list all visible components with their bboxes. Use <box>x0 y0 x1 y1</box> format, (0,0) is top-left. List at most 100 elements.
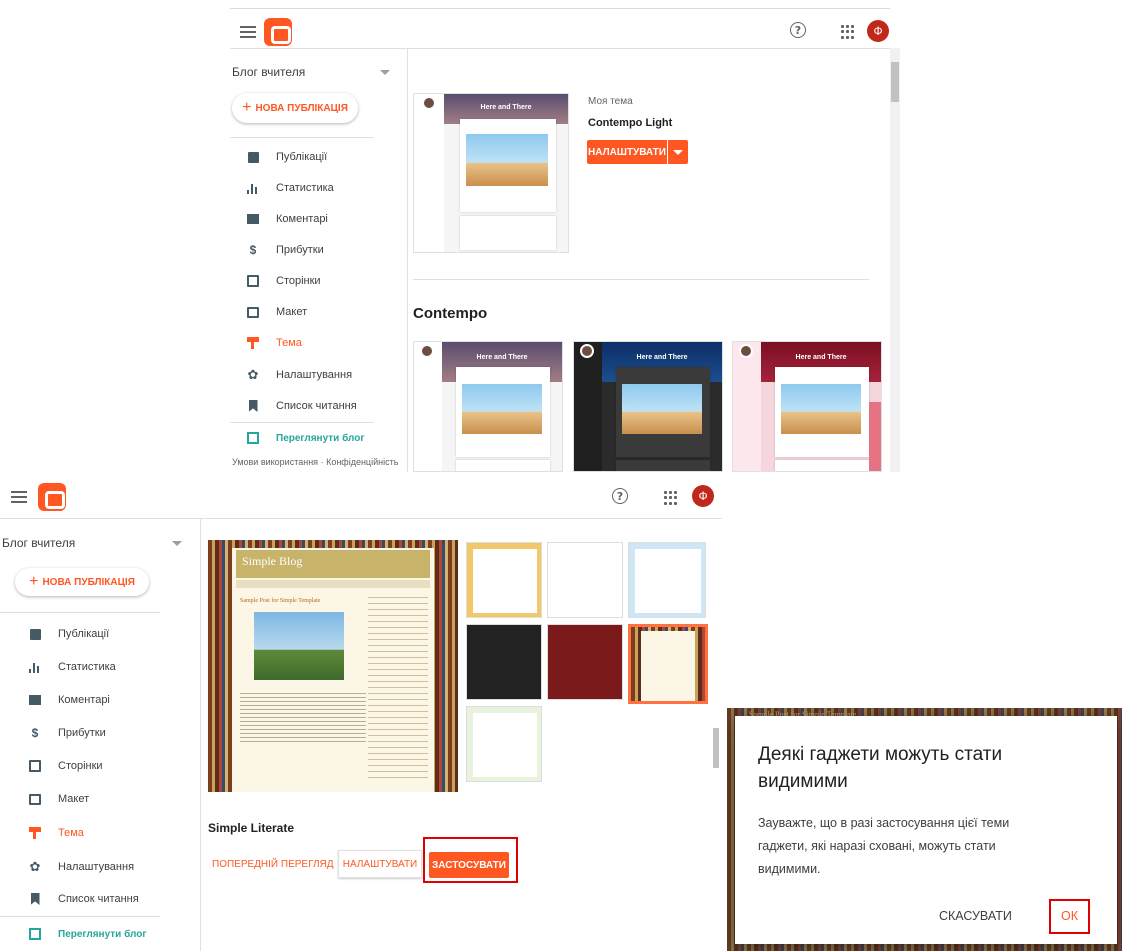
theme-thumbnail-simple-red[interactable] <box>547 624 623 700</box>
sidebar-item-posts[interactable]: Публікації <box>246 147 327 167</box>
sidebar-item-settings[interactable]: ✿ Налаштування <box>28 857 134 877</box>
view-blog-link[interactable]: Переглянути блог <box>246 428 365 448</box>
dialog-title: Деякі гаджети можуть стати видимими <box>758 744 1003 792</box>
new-post-button[interactable]: + НОВА ПУБЛІКАЦІЯ <box>232 93 358 123</box>
menu-icon[interactable] <box>240 26 256 38</box>
customize-button[interactable]: НАЛАШТУВАТИ <box>338 850 422 878</box>
sidebar-item-label: Сторінки <box>276 275 321 287</box>
chevron-down-icon <box>673 149 683 155</box>
thumb-blog-title: Here and There <box>480 104 532 111</box>
sidebar-item-label: Список читання <box>58 893 139 905</box>
sidebar-item-layout[interactable]: Макет <box>28 789 89 809</box>
theme-thumbnail-contempo-pink[interactable]: Here and There <box>732 341 882 472</box>
theme-thumbnail-simple-literate[interactable] <box>628 624 708 704</box>
theme-thumbnail-simple-green[interactable] <box>466 706 542 782</box>
sidebar-item-pages[interactable]: Сторінки <box>28 756 103 776</box>
blog-selector[interactable]: Блог вчителя <box>232 65 305 79</box>
stats-icon <box>28 660 42 674</box>
account-avatar[interactable]: Ф <box>867 20 889 42</box>
scrollbar-thumb[interactable] <box>713 728 719 768</box>
theme-name: Simple Literate <box>208 821 295 835</box>
theme-thumbnail-simple-gold[interactable] <box>466 542 542 618</box>
sidebar-item-label: Прибутки <box>276 244 324 256</box>
theme-thumbnail-simple-black[interactable] <box>466 624 542 700</box>
view-blog-link[interactable]: Переглянути блог <box>28 924 147 944</box>
view-blog-label: Переглянути блог <box>276 432 365 444</box>
sidebar-item-earnings[interactable]: $ Прибутки <box>28 723 106 743</box>
footer-separator: · <box>320 457 324 467</box>
sidebar-item-label: Макет <box>276 306 308 318</box>
help-icon[interactable]: ? <box>790 22 806 38</box>
my-theme-label: Моя тема <box>588 96 633 107</box>
sidebar-item-label: Налаштування <box>276 369 353 381</box>
customize-button[interactable]: НАЛАШТУВАТИ <box>587 140 667 164</box>
blogger-logo <box>264 18 292 46</box>
apps-grid-icon[interactable] <box>841 25 855 39</box>
sidebar-item-theme[interactable]: Тема <box>28 823 84 843</box>
sidebar-item-comments[interactable]: Коментарі <box>246 209 328 229</box>
sidebar-item-theme[interactable]: Тема <box>246 333 302 353</box>
apply-highlight-box <box>423 837 518 883</box>
section-title: Contempo <box>413 305 488 322</box>
dialog-body: Зауважте, що в разі застосування цієї те… <box>758 816 1010 876</box>
sidebar-item-label: Статистика <box>58 661 116 673</box>
sidebar-item-posts[interactable]: Публікації <box>28 624 109 644</box>
sidebar-item-label: Прибутки <box>58 727 106 739</box>
bookmark-icon <box>28 892 42 906</box>
sidebar-item-comments[interactable]: Коментарі <box>28 690 110 710</box>
cancel-button[interactable]: СКАСУВАТИ <box>939 909 1012 923</box>
sidebar-item-label: Публікації <box>276 151 328 163</box>
chevron-down-icon[interactable] <box>172 541 182 546</box>
menu-icon[interactable] <box>11 491 27 503</box>
sidebar-item-label: Налаштування <box>58 861 135 873</box>
sidebar-item-stats[interactable]: Статистика <box>246 178 334 198</box>
help-icon[interactable]: ? <box>612 488 628 504</box>
blog-selector[interactable]: Блог вчителя <box>2 536 75 550</box>
apps-grid-icon[interactable] <box>664 491 678 505</box>
theme-thumbnail-contempo-light[interactable]: Here and There <box>413 341 563 472</box>
posts-icon <box>28 627 42 641</box>
sidebar-item-earnings[interactable]: $ Прибутки <box>246 240 324 260</box>
customize-dropdown-button[interactable] <box>668 140 688 164</box>
theme-thumbnail-simple-blue[interactable] <box>628 542 706 618</box>
open-in-new-icon <box>246 431 260 445</box>
theme-preview-large[interactable]: Simple Blog Sample Post for Simple Templ… <box>208 540 458 792</box>
terms-link[interactable]: Умови використання <box>232 457 318 467</box>
bookmark-icon <box>246 399 260 413</box>
sidebar-item-settings[interactable]: ✿ Налаштування <box>246 365 352 385</box>
sidebar-item-label: Статистика <box>276 182 334 194</box>
sidebar-item-layout[interactable]: Макет <box>246 302 307 322</box>
sidebar-item-reading-list[interactable]: Список читання <box>246 396 357 416</box>
preview-blog-title: Simple Blog <box>242 554 303 568</box>
posts-icon <box>246 150 260 164</box>
sidebar-item-reading-list[interactable]: Список читання <box>28 889 139 909</box>
plus-icon: + <box>242 99 252 116</box>
new-post-button[interactable]: + НОВА ПУБЛІКАЦІЯ <box>15 568 149 596</box>
sidebar-item-label: Список читання <box>276 400 357 412</box>
comment-icon <box>28 693 42 707</box>
open-in-new-icon <box>28 927 42 941</box>
scrollbar[interactable] <box>890 48 900 472</box>
sidebar-item-pages[interactable]: Сторінки <box>246 271 321 291</box>
theme-thumbnail-contempo-dark[interactable]: Here and There <box>573 341 723 472</box>
privacy-link[interactable]: Конфіденційність <box>326 457 398 467</box>
pages-icon <box>246 274 260 288</box>
new-post-label: НОВА ПУБЛІКАЦІЯ <box>255 102 348 114</box>
pages-icon <box>28 759 42 773</box>
preview-post-title: Sample Post for Simple Template <box>240 598 321 604</box>
sidebar-item-label: Коментарі <box>276 213 328 225</box>
layout-icon <box>28 792 42 806</box>
sidebar-item-stats[interactable]: Статистика <box>28 657 116 677</box>
theme-thumbnail-simple-white[interactable] <box>547 542 623 618</box>
bottom-screenshot-panel: ? Ф Блог вчителя + НОВА ПУБЛІКАЦІЯ Публі… <box>0 474 722 951</box>
scrollbar-thumb[interactable] <box>891 62 899 102</box>
chevron-down-icon[interactable] <box>380 70 390 75</box>
preview-button[interactable]: ПОПЕРЕДНІЙ ПЕРЕГЛЯД <box>212 859 334 870</box>
view-blog-label: Переглянути блог <box>58 928 147 940</box>
confirm-dialog: Деякі гаджети можуть стати видимими Заув… <box>735 716 1117 944</box>
sidebar-item-label: Сторінки <box>58 760 103 772</box>
account-avatar[interactable]: Ф <box>692 485 714 507</box>
current-theme-thumbnail[interactable]: Here and There <box>413 93 569 253</box>
dollar-icon: $ <box>31 726 39 740</box>
thumb-blog-title: Here and There <box>636 354 688 361</box>
